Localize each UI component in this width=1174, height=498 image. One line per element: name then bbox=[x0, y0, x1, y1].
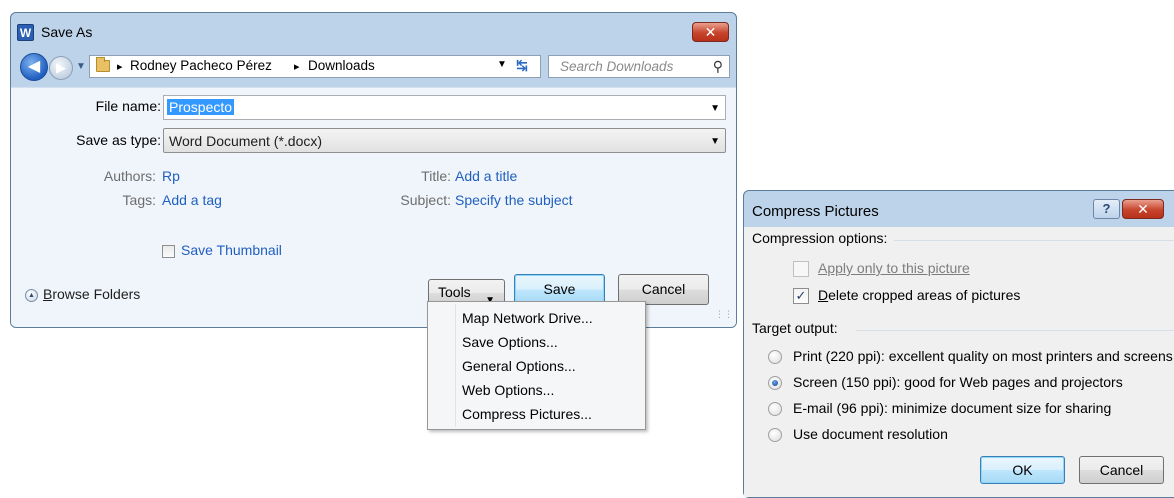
browse-folders-mnemonic: B bbox=[43, 286, 53, 302]
target-output-header: Target output: bbox=[752, 320, 838, 336]
compression-options-header: Compression options: bbox=[752, 230, 888, 246]
file-name-input[interactable]: Prospecto bbox=[167, 99, 235, 115]
authors-label: Authors: bbox=[103, 168, 156, 184]
dialog-title: Save As bbox=[41, 24, 93, 40]
radio-print-label[interactable]: Print (220 ppi): excellent quality on mo… bbox=[793, 348, 1173, 364]
compress-dialog-title: Compress Pictures bbox=[752, 203, 879, 220]
address-bar[interactable]: ▸ Rodney Pacheco Pérez ▸ Downloads bbox=[89, 55, 541, 78]
word-app-icon: W bbox=[17, 24, 34, 41]
save-as-dialog: W Save As ✕ ◀ ▶ ▼ ▸ Rodney Pacheco Pérez… bbox=[10, 12, 737, 328]
menu-item-web-options[interactable]: Web Options... bbox=[462, 382, 554, 398]
tags-label: Tags: bbox=[122, 192, 156, 208]
menu-item-compress-pictures[interactable]: Compress Pictures... bbox=[462, 406, 592, 422]
radio-document-resolution[interactable] bbox=[768, 428, 782, 442]
radio-email[interactable] bbox=[768, 402, 782, 416]
delete-cropped-checkbox[interactable]: ✓ bbox=[793, 288, 809, 304]
address-dropdown-icon[interactable]: ▼ bbox=[497, 59, 507, 70]
search-input[interactable]: Search Downloads bbox=[560, 59, 673, 74]
file-name-dropdown-icon[interactable]: ▼ bbox=[710, 103, 720, 114]
folder-icon bbox=[96, 57, 110, 72]
radio-document-resolution-label[interactable]: Use document resolution bbox=[793, 426, 948, 442]
resize-grip-icon[interactable]: ⋮⋮ bbox=[715, 309, 733, 320]
ok-button[interactable]: OK bbox=[980, 456, 1065, 484]
breadcrumb-separator-icon[interactable]: ▸ bbox=[117, 60, 123, 73]
radio-screen-label[interactable]: Screen (150 ppi): good for Web pages and… bbox=[793, 374, 1123, 390]
group-divider bbox=[856, 330, 1174, 331]
tools-button-label: Tools bbox=[438, 284, 471, 300]
menu-item-save-options[interactable]: Save Options... bbox=[462, 334, 558, 350]
breadcrumb-item-user[interactable]: Rodney Pacheco Pérez bbox=[130, 58, 272, 73]
back-arrow-icon[interactable]: ◀ bbox=[20, 53, 48, 81]
recent-pages-dropdown-icon[interactable]: ▼ bbox=[76, 61, 86, 72]
compress-close-button[interactable]: ✕ bbox=[1122, 199, 1164, 219]
refresh-icon[interactable]: ↹ bbox=[516, 57, 528, 74]
radio-screen[interactable] bbox=[768, 376, 782, 390]
search-icon[interactable]: ⚲ bbox=[713, 58, 723, 75]
title-label: Title: bbox=[421, 168, 451, 184]
delete-cropped-label-rest: elete cropped areas of pictures bbox=[828, 287, 1021, 303]
help-button[interactable]: ? bbox=[1093, 199, 1120, 219]
subject-value[interactable]: Specify the subject bbox=[455, 192, 573, 208]
menu-item-general-options[interactable]: General Options... bbox=[462, 358, 576, 374]
save-as-type-dropdown-icon[interactable]: ▼ bbox=[710, 136, 720, 147]
file-name-field[interactable]: Prospecto ▼ bbox=[163, 95, 726, 120]
compress-cancel-button[interactable]: Cancel bbox=[1079, 456, 1164, 484]
tools-menu: Map Network Drive... Save Options... Gen… bbox=[427, 301, 646, 430]
forward-arrow-icon[interactable]: ▶ bbox=[49, 56, 73, 80]
save-as-type-label: Save as type: bbox=[76, 132, 161, 148]
compress-pictures-dialog: Compress Pictures ? ✕ Compression option… bbox=[743, 190, 1174, 498]
subject-label: Subject: bbox=[400, 192, 451, 208]
save-thumbnail-label[interactable]: Save Thumbnail bbox=[181, 242, 282, 258]
delete-cropped-label: Delete cropped areas of pictures bbox=[818, 287, 1020, 303]
delete-cropped-mnemonic: D bbox=[818, 287, 829, 303]
menu-item-map-network-drive[interactable]: Map Network Drive... bbox=[462, 310, 593, 326]
radio-email-label[interactable]: E-mail (96 ppi): minimize document size … bbox=[793, 400, 1111, 416]
save-thumbnail-checkbox[interactable] bbox=[162, 245, 175, 258]
save-as-type-select[interactable]: Word Document (*.docx) ▼ bbox=[163, 128, 726, 153]
browse-folders-button[interactable]: Browse Folders bbox=[43, 286, 140, 302]
save-as-body: File name: Prospecto ▼ Save as type: Wor… bbox=[11, 87, 736, 327]
file-name-label: File name: bbox=[95, 98, 161, 114]
apply-only-checkbox[interactable] bbox=[793, 261, 809, 277]
radio-print[interactable] bbox=[768, 350, 782, 364]
title-value[interactable]: Add a title bbox=[455, 168, 517, 184]
apply-only-label: Apply only to this picture bbox=[818, 260, 970, 276]
browse-folders-label: rowse Folders bbox=[52, 286, 141, 302]
search-box[interactable]: Search Downloads ⚲ bbox=[548, 55, 730, 78]
save-as-titlebar[interactable]: W Save As ✕ bbox=[11, 13, 736, 49]
group-divider bbox=[894, 240, 1174, 241]
tags-value[interactable]: Add a tag bbox=[162, 192, 222, 208]
compress-body: Compression options: Apply only to this … bbox=[744, 227, 1174, 497]
browse-folders-toggle-icon[interactable]: ▲ bbox=[25, 289, 38, 302]
breadcrumb-item-downloads[interactable]: Downloads bbox=[308, 58, 375, 73]
breadcrumb-separator-icon[interactable]: ▸ bbox=[294, 60, 300, 73]
close-button[interactable]: ✕ bbox=[692, 22, 729, 42]
menu-gutter bbox=[455, 304, 456, 427]
authors-value[interactable]: Rp bbox=[162, 168, 180, 184]
save-as-type-value: Word Document (*.docx) bbox=[169, 133, 323, 149]
